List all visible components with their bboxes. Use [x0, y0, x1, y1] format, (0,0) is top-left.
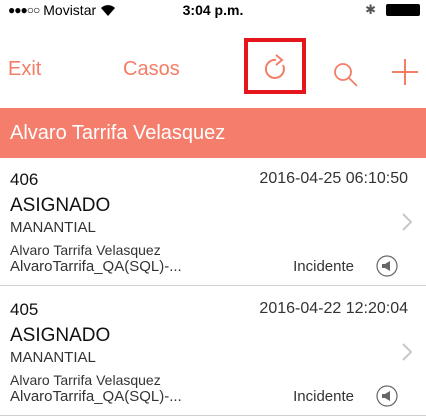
- case-list-item[interactable]: 406 2016-04-25 06:10:50 ASIGNADO MANANTI…: [0, 158, 426, 286]
- bluetooth-icon: ✱: [365, 2, 376, 17]
- status-time: 3:04 p.m.: [182, 2, 244, 18]
- case-place: MANANTIAL: [10, 219, 96, 236]
- user-banner: Alvaro Tarrifa Velasquez: [0, 108, 426, 158]
- user-name: Alvaro Tarrifa Velasquez: [10, 122, 226, 144]
- case-reference: AlvaroTarrifa_QA(SQL)-...: [10, 388, 182, 405]
- case-number: 405: [10, 300, 39, 319]
- megaphone-icon: [376, 255, 398, 277]
- chevron-right-icon: [402, 213, 412, 231]
- megaphone-icon: [376, 385, 398, 407]
- exit-button[interactable]: Exit: [8, 58, 41, 81]
- chevron-right-icon: [402, 343, 412, 361]
- case-person: Alvaro Tarrifa Velasquez: [10, 242, 161, 258]
- status-bar: ●●●○○ Movistar 3:04 p.m. ✱: [0, 0, 426, 20]
- case-datetime: 2016-04-22 12:20:04: [259, 300, 408, 317]
- case-datetime: 2016-04-25 06:10:50: [259, 170, 408, 187]
- refresh-button[interactable]: [244, 38, 306, 94]
- case-status: ASIGNADO: [10, 195, 111, 216]
- battery-icon: [386, 4, 420, 16]
- case-list-item[interactable]: 405 2016-04-22 12:20:04 ASIGNADO MANANTI…: [0, 288, 426, 416]
- search-icon[interactable]: [333, 62, 359, 88]
- case-type: Incidente: [293, 388, 354, 405]
- case-number: 406: [10, 170, 39, 189]
- add-icon[interactable]: [390, 57, 420, 87]
- nav-bar: Exit Casos: [0, 46, 426, 90]
- case-person: Alvaro Tarrifa Velasquez: [10, 372, 161, 388]
- case-place: MANANTIAL: [10, 349, 96, 366]
- case-status: ASIGNADO: [10, 325, 111, 346]
- nav-title: Casos: [123, 58, 180, 80]
- case-type: Incidente: [293, 258, 354, 275]
- case-reference: AlvaroTarrifa_QA(SQL)-...: [10, 258, 182, 275]
- refresh-icon: [264, 54, 285, 79]
